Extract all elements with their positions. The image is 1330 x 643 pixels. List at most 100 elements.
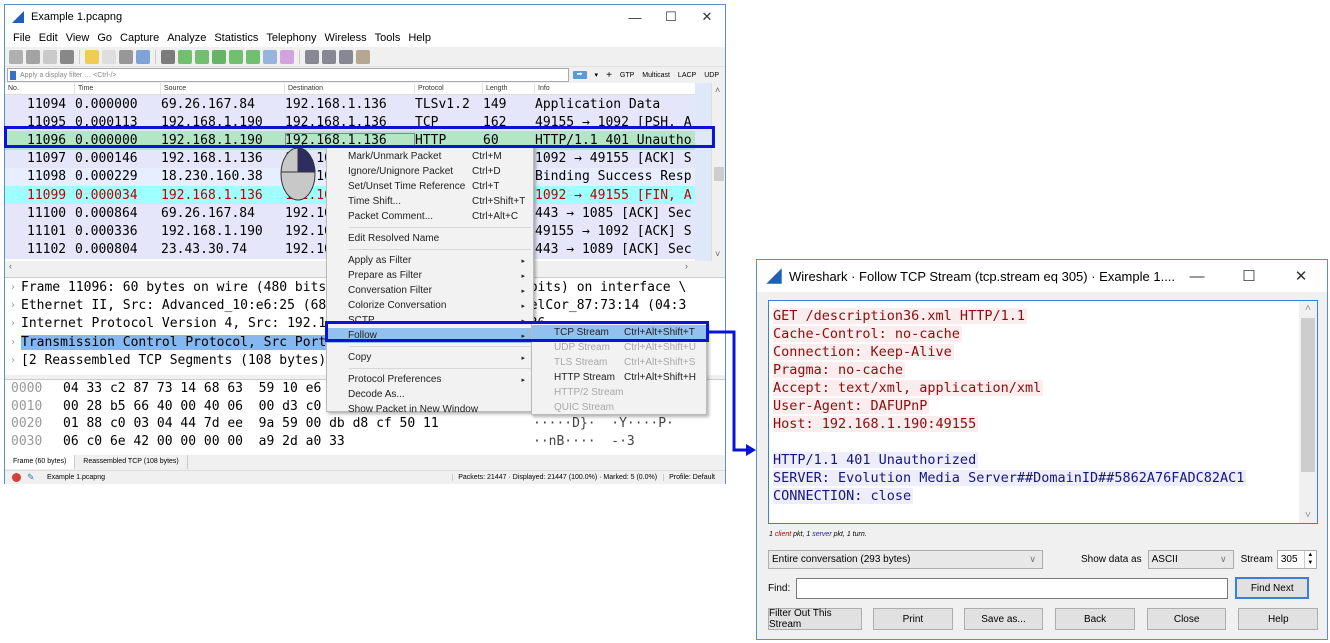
menu-file[interactable]: File <box>9 32 35 44</box>
column-header-protocol[interactable]: Protocol <box>415 83 483 94</box>
open-icon[interactable] <box>85 49 99 64</box>
scroll-left-icon[interactable]: ‹ <box>9 261 12 271</box>
goto-icon[interactable] <box>212 49 226 64</box>
menu-telephony[interactable]: Telephony <box>262 32 320 44</box>
options-icon[interactable] <box>60 49 74 64</box>
colorize-icon[interactable] <box>280 49 294 64</box>
zoom-reset-icon[interactable] <box>339 49 353 64</box>
context-item-protocol-preferences[interactable]: Protocol Preferences ▸ <box>327 372 533 387</box>
follow-http-stream[interactable]: HTTP Stream Ctrl+Alt+Shift+H <box>532 370 706 385</box>
bytes-ascii[interactable]: ·····D}· ·Y····P· <box>533 416 674 431</box>
context-item-conversation-filter[interactable]: Conversation Filter ▸ <box>327 283 533 298</box>
filter-button-lacp[interactable]: LACP <box>678 72 696 79</box>
context-item-time-shift[interactable]: Time Shift... Ctrl+Shift+T <box>327 194 533 209</box>
stream-scrollbar[interactable]: ˄ ˅ <box>1299 301 1317 523</box>
stream-content[interactable]: GET /description36.xml HTTP/1.1 Cache-Con… <box>768 300 1318 524</box>
context-item-ignore-unignore-packet[interactable]: Ignore/Unignore Packet Ctrl+D <box>327 164 533 179</box>
packet-list-vscroll[interactable]: ˄ ˅ <box>711 83 725 261</box>
expand-arrow-icon[interactable]: › <box>5 337 21 348</box>
context-item-apply-as-filter[interactable]: Apply as Filter ▸ <box>327 253 533 268</box>
menu-edit[interactable]: Edit <box>35 32 62 44</box>
add-filter-button[interactable]: + <box>606 70 612 81</box>
conversation-select[interactable]: Entire conversation (293 bytes) ∨ <box>768 550 1043 569</box>
context-item-mark-unmark-packet[interactable]: Mark/Unmark Packet Ctrl+M <box>327 149 533 164</box>
help-button[interactable]: Help <box>1238 608 1319 630</box>
column-header-source[interactable]: Source <box>161 83 285 94</box>
restart-icon[interactable] <box>43 49 57 64</box>
spin-up-icon[interactable]: ▲ <box>1305 551 1316 559</box>
spin-down-icon[interactable]: ▼ <box>1305 559 1316 567</box>
packet-minimap[interactable] <box>695 83 711 261</box>
expand-arrow-icon[interactable]: › <box>5 355 21 366</box>
menu-statistics[interactable]: Statistics <box>210 32 262 44</box>
menu-analyze[interactable]: Analyze <box>163 32 210 44</box>
close-button[interactable]: ✕ <box>689 5 725 29</box>
context-item-decode-as[interactable]: Decode As... <box>327 387 533 402</box>
zoom-in-icon[interactable] <box>305 49 319 64</box>
context-item-colorize-conversation[interactable]: Colorize Conversation ▸ <box>327 298 533 313</box>
filter-dropdown-icon[interactable]: ▾ <box>595 71 599 79</box>
back-button[interactable]: Back <box>1055 608 1135 630</box>
print-button[interactable]: Print <box>873 608 953 630</box>
column-header-time[interactable]: Time <box>75 83 161 94</box>
context-item-copy[interactable]: Copy ▸ <box>327 350 533 365</box>
column-header-length[interactable]: Length <box>483 83 535 94</box>
minimize-button[interactable]: — <box>617 5 653 29</box>
packet-row[interactable]: 11094 0.000000 69.26.167.84 192.168.1.136 TL… <box>5 95 725 114</box>
context-item-edit-resolved-name[interactable]: Edit Resolved Name <box>327 231 533 246</box>
context-item-set-unset-time-reference[interactable]: Set/Unset Time Reference Ctrl+T <box>327 179 533 194</box>
forward-icon[interactable] <box>195 49 209 64</box>
menu-wireless[interactable]: Wireless <box>321 32 371 44</box>
expand-arrow-icon[interactable]: › <box>5 300 21 311</box>
find-input[interactable] <box>796 577 1229 599</box>
menu-go[interactable]: Go <box>93 32 116 44</box>
filter-button-gtp[interactable]: GTP <box>620 72 634 79</box>
expand-arrow-icon[interactable]: › <box>5 318 21 329</box>
scroll-up-icon[interactable]: ˄ <box>1299 303 1317 314</box>
bytes-tab[interactable]: Frame (60 bytes) <box>5 455 76 469</box>
bytes-hex[interactable]: 01 88 c0 03 04 44 7d ee 9a 59 00 db d8 c… <box>63 416 533 431</box>
menu-help[interactable]: Help <box>404 32 435 44</box>
context-item-packet-comment[interactable]: Packet Comment... Ctrl+Alt+C <box>327 209 533 224</box>
bytes-hex[interactable]: 06 c0 6e 42 00 00 00 00 a9 2d a0 33 <box>63 434 533 449</box>
bytes-ascii[interactable]: ··nB···· -·3 <box>533 434 635 449</box>
capture-status-icon[interactable] <box>12 473 21 482</box>
column-header-no[interactable]: No. <box>5 83 75 94</box>
first-icon[interactable] <box>229 49 243 64</box>
stream-number-spinner[interactable]: 305 ▲ ▼ <box>1276 550 1317 569</box>
show-data-select[interactable]: ASCII ∨ <box>1147 550 1234 569</box>
status-profile[interactable]: Profile: Default <box>663 474 715 481</box>
zoom-out-icon[interactable] <box>322 49 336 64</box>
reload-icon[interactable] <box>136 49 150 64</box>
follow-maximize-button[interactable]: ☐ <box>1223 260 1275 292</box>
edit-comment-icon[interactable]: ✎ <box>27 473 37 482</box>
filter-button-udp[interactable]: UDP <box>704 72 719 79</box>
scroll-up-icon[interactable]: ˄ <box>715 85 720 95</box>
last-icon[interactable] <box>246 49 260 64</box>
scroll-down-icon[interactable]: ˅ <box>715 249 720 259</box>
autoscroll-icon[interactable] <box>263 49 277 64</box>
scroll-thumb[interactable] <box>714 167 724 181</box>
close-file-icon[interactable] <box>119 49 133 64</box>
resize-columns-icon[interactable] <box>356 49 370 64</box>
follow-close-button[interactable]: ✕ <box>1275 260 1327 292</box>
save-icon[interactable] <box>102 49 116 64</box>
find-icon[interactable] <box>161 49 175 64</box>
expand-arrow-icon[interactable]: › <box>5 282 21 293</box>
menu-view[interactable]: View <box>62 32 94 44</box>
scroll-down-icon[interactable]: ˅ <box>1299 510 1317 521</box>
maximize-button[interactable]: ☐ <box>653 5 689 29</box>
save-as-button[interactable]: Save as... <box>963 608 1044 630</box>
scroll-right-icon[interactable]: › <box>685 261 688 271</box>
bytes-tab[interactable]: Reassembled TCP (108 bytes) <box>75 455 188 469</box>
filter-out-this-stream-button[interactable]: Filter Out This Stream <box>768 608 863 630</box>
context-item-prepare-as-filter[interactable]: Prepare as Filter ▸ <box>327 268 533 283</box>
filter-button-multicast[interactable]: Multicast <box>642 72 670 79</box>
shark-fin-start-icon[interactable] <box>9 49 23 64</box>
column-header-info[interactable]: Info <box>535 83 697 94</box>
menu-capture[interactable]: Capture <box>116 32 163 44</box>
bookmark-icon[interactable] <box>10 70 16 80</box>
context-item-show-packet-in-new-window[interactable]: Show Packet in New Window <box>327 402 533 417</box>
close-button[interactable]: Close <box>1146 608 1227 630</box>
display-filter-input[interactable]: Apply a display filter … <Ctrl-/> <box>7 68 569 82</box>
